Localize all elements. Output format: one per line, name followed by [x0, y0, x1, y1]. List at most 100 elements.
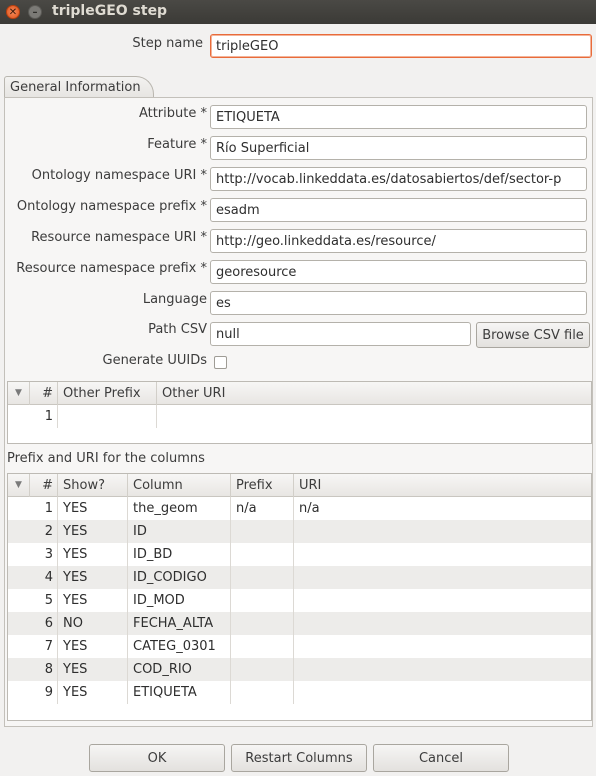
ontology-prefix-label: Ontology namespace prefix * — [16, 199, 207, 214]
table-row[interactable]: 3 YES ID_BD — [8, 543, 591, 566]
attribute-label: Attribute * — [138, 106, 207, 121]
browse-csv-button[interactable]: Browse CSV file — [476, 322, 590, 348]
row-number: 8 — [30, 658, 58, 681]
ontology-uri-label: Ontology namespace URI * — [31, 168, 207, 183]
window-title: tripleGEO step — [52, 3, 168, 19]
show-cell[interactable]: YES — [58, 543, 128, 566]
feature-input[interactable]: Río Superficial — [210, 136, 587, 160]
language-input[interactable]: es — [210, 291, 587, 315]
step-name-label: Step name — [132, 36, 203, 51]
prefix-cell[interactable] — [231, 681, 294, 704]
row-number: 4 — [30, 566, 58, 589]
column-name-cell: ID_MOD — [128, 589, 231, 612]
column-name-cell: CATEG_0301 — [128, 635, 231, 658]
table-row[interactable]: 1 — [8, 405, 591, 428]
table-row[interactable]: 2 YES ID — [8, 520, 591, 543]
prefix-cell[interactable] — [231, 520, 294, 543]
row-number: 9 — [30, 681, 58, 704]
column-name-cell: FECHA_ALTA — [128, 612, 231, 635]
ontology-prefix-input[interactable]: esadm — [210, 198, 587, 222]
resource-prefix-input[interactable]: georesource — [210, 260, 587, 284]
uri-cell[interactable] — [294, 589, 591, 612]
uri-cell[interactable] — [294, 520, 591, 543]
path-csv-input[interactable]: null — [210, 322, 471, 346]
row-number: 1 — [30, 497, 58, 520]
cancel-button[interactable]: Cancel — [373, 744, 509, 772]
row-number: 1 — [30, 405, 58, 428]
prefix-header-other-uri[interactable]: Other URI — [157, 382, 591, 405]
ontology-uri-input[interactable]: http://vocab.linkeddata.es/datosabiertos… — [210, 167, 587, 191]
prefix-table-header: ▼ # Other Prefix Other URI — [8, 382, 591, 405]
table-row[interactable]: 4 YES ID_CODIGO — [8, 566, 591, 589]
path-csv-label: Path CSV — [148, 322, 207, 337]
prefix-cell[interactable] — [231, 635, 294, 658]
columns-header-uri[interactable]: URI — [294, 474, 591, 497]
resource-uri-input[interactable]: http://geo.linkeddata.es/resource/ — [210, 229, 587, 253]
row-number: 6 — [30, 612, 58, 635]
show-cell[interactable]: YES — [58, 497, 128, 520]
table-row[interactable]: 8 YES COD_RIO — [8, 658, 591, 681]
columns-header-num[interactable]: # — [30, 474, 58, 497]
prefix-cell[interactable] — [231, 566, 294, 589]
row-number: 2 — [30, 520, 58, 543]
prefix-cell[interactable] — [231, 589, 294, 612]
column-name-cell: ID_BD — [128, 543, 231, 566]
table-row[interactable]: 5 YES ID_MOD — [8, 589, 591, 612]
sort-arrow-icon[interactable]: ▼ — [8, 474, 30, 497]
prefix-table: ▼ # Other Prefix Other URI 1 — [7, 381, 592, 444]
columns-header-column[interactable]: Column — [128, 474, 231, 497]
ok-button[interactable]: OK — [89, 744, 225, 772]
uri-cell[interactable] — [294, 566, 591, 589]
uri-cell[interactable] — [294, 681, 591, 704]
uri-cell[interactable] — [294, 612, 591, 635]
table-row[interactable]: 7 YES CATEG_0301 — [8, 635, 591, 658]
attribute-input[interactable]: ETIQUETA — [210, 105, 587, 129]
columns-table: ▼ # Show? Column Prefix URI 1 YES the_geom… — [7, 473, 592, 721]
sort-arrow-icon[interactable]: ▼ — [8, 382, 30, 405]
show-cell[interactable]: YES — [58, 520, 128, 543]
feature-label: Feature * — [147, 137, 207, 152]
other-uri-cell[interactable] — [157, 405, 591, 428]
column-name-cell: ETIQUETA — [128, 681, 231, 704]
prefix-cell[interactable]: n/a — [231, 497, 294, 520]
restart-columns-button[interactable]: Restart Columns — [231, 744, 367, 772]
table-row[interactable]: 6 NO FECHA_ALTA — [8, 612, 591, 635]
generate-uuids-label: Generate UUIDs — [102, 353, 208, 368]
prefix-cell[interactable] — [231, 658, 294, 681]
window-titlebar: ✕ – tripleGEO step — [0, 0, 596, 24]
show-cell[interactable]: YES — [58, 589, 128, 612]
step-name-input[interactable]: tripleGEO — [210, 34, 592, 58]
uri-cell[interactable] — [294, 658, 591, 681]
prefix-cell[interactable] — [231, 612, 294, 635]
minimize-icon[interactable]: – — [28, 5, 42, 19]
language-label: Language — [142, 292, 207, 307]
columns-header-prefix[interactable]: Prefix — [231, 474, 294, 497]
uri-cell[interactable] — [294, 543, 591, 566]
prefix-header-num[interactable]: # — [30, 382, 58, 405]
show-cell[interactable]: NO — [58, 612, 128, 635]
table-row[interactable]: 1 YES the_geom n/a n/a — [8, 497, 591, 520]
prefix-cell[interactable] — [231, 543, 294, 566]
show-cell[interactable]: YES — [58, 658, 128, 681]
column-name-cell: ID_CODIGO — [128, 566, 231, 589]
row-number: 7 — [30, 635, 58, 658]
columns-section-label: Prefix and URI for the columns — [7, 451, 205, 466]
column-name-cell: COD_RIO — [128, 658, 231, 681]
resource-uri-label: Resource namespace URI * — [31, 230, 207, 245]
columns-header-show[interactable]: Show? — [58, 474, 128, 497]
resource-prefix-label: Resource namespace prefix * — [16, 261, 207, 276]
show-cell[interactable]: YES — [58, 681, 128, 704]
row-number: 5 — [30, 589, 58, 612]
uri-cell[interactable] — [294, 635, 591, 658]
close-icon[interactable]: ✕ — [6, 5, 20, 19]
uri-cell[interactable]: n/a — [294, 497, 591, 520]
show-cell[interactable]: YES — [58, 635, 128, 658]
other-prefix-cell[interactable] — [58, 405, 157, 428]
generate-uuids-checkbox[interactable] — [214, 356, 227, 369]
show-cell[interactable]: YES — [58, 566, 128, 589]
tab-general-information[interactable]: General Information — [4, 76, 154, 98]
prefix-header-other-prefix[interactable]: Other Prefix — [58, 382, 157, 405]
table-row[interactable]: 9 YES ETIQUETA — [8, 681, 591, 704]
columns-table-header: ▼ # Show? Column Prefix URI — [8, 474, 591, 497]
column-name-cell: the_geom — [128, 497, 231, 520]
